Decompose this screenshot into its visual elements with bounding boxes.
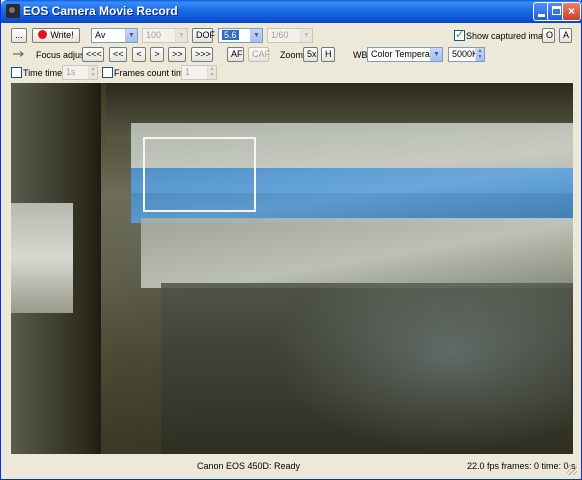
focus-near-2-button[interactable]: >> — [168, 47, 186, 62]
chevron-down-icon: ▼ — [250, 29, 262, 42]
color-temp-stepper[interactable]: 5000K ▲ ▼ — [448, 47, 485, 62]
resize-grip-icon[interactable] — [567, 465, 577, 475]
background-light-patch — [11, 203, 73, 313]
shutter-value: 1/60 — [271, 30, 289, 40]
focus-far-1-button[interactable]: < — [132, 47, 146, 62]
stepper-arrows-icon[interactable]: ▲ ▼ — [207, 66, 216, 79]
camera-status: Canon EOS 450D: Ready — [197, 461, 301, 471]
chevron-down-icon: ▼ — [300, 29, 312, 42]
frames-timer-stepper[interactable]: 1 ▲ ▼ — [181, 65, 217, 80]
o-button[interactable]: O — [542, 28, 555, 43]
a-button[interactable]: A — [559, 28, 572, 43]
zoom-h-button[interactable]: H — [321, 47, 335, 62]
app-window: EOS Camera Movie Record × ... Write! Av … — [0, 0, 582, 480]
stepper-arrows-icon[interactable]: ▲ ▼ — [88, 66, 97, 79]
time-timer-checkbox[interactable] — [11, 67, 22, 78]
frames-timer-label: Frames count timer — [114, 68, 192, 78]
frames-timer-value: 1 — [185, 67, 191, 77]
camera-app-icon — [6, 4, 20, 18]
chevron-down-icon: ▼ — [125, 29, 137, 42]
zoom-label: Zoom — [280, 50, 304, 60]
caf-button[interactable]: CAF — [248, 47, 270, 62]
dof-button[interactable]: DOF — [192, 28, 215, 43]
focus-far-2-button[interactable]: << — [109, 47, 127, 62]
show-captured-checkbox[interactable] — [454, 28, 465, 41]
chevron-down-icon: ▼ — [430, 48, 442, 61]
screen-glare — [271, 253, 571, 453]
time-timer-label: Time timer — [23, 68, 66, 78]
iso-value: 100 — [146, 30, 162, 40]
window-title: EOS Camera Movie Record — [23, 4, 178, 18]
capture-stats: 22.0 fps frames: 0 time: 0 s — [467, 461, 576, 471]
stepper-arrows-icon[interactable]: ▲ ▼ — [475, 48, 484, 61]
close-button[interactable]: × — [562, 2, 581, 21]
time-timer-stepper[interactable]: 1s ▲ ▼ — [62, 65, 98, 80]
focus-adjust-label: Focus adjust — [36, 50, 88, 60]
aperture-select[interactable]: 5.6 ▼ — [218, 28, 263, 43]
chevron-down-icon: ▼ — [175, 29, 187, 42]
browse-button[interactable]: ... — [11, 28, 27, 43]
mode-value: Av — [95, 30, 106, 40]
usb-icon — [13, 51, 24, 57]
zoom-5x-button[interactable]: 5x — [303, 47, 318, 62]
frames-timer-checkbox[interactable] — [102, 67, 113, 78]
focus-frame[interactable] — [143, 137, 256, 212]
wb-label: WB — [353, 50, 368, 60]
record-icon — [38, 30, 48, 39]
af-button[interactable]: AF — [227, 47, 244, 62]
focus-far-3-button[interactable]: <<< — [82, 47, 104, 62]
wb-select[interactable]: Color Temperature ▼ — [367, 47, 443, 62]
close-icon: × — [567, 4, 575, 18]
time-timer-value: 1s — [66, 67, 76, 77]
focus-near-3-button[interactable]: >>> — [191, 47, 213, 62]
focus-near-1-button[interactable]: > — [150, 47, 164, 62]
maximize-icon — [552, 6, 561, 15]
mode-select[interactable]: Av ▼ — [91, 28, 138, 43]
write-label: Write! — [50, 30, 74, 40]
title-bar[interactable]: EOS Camera Movie Record × — [1, 0, 582, 23]
aperture-value: 5.6 — [222, 30, 239, 40]
minimize-icon — [538, 14, 545, 17]
show-captured-label: Show captured image — [466, 31, 554, 41]
write-button[interactable]: Write! — [32, 28, 80, 43]
live-view-image[interactable] — [11, 83, 573, 454]
iso-select[interactable]: 100 ▼ — [142, 28, 188, 43]
shutter-select[interactable]: 1/60 ▼ — [267, 28, 313, 43]
